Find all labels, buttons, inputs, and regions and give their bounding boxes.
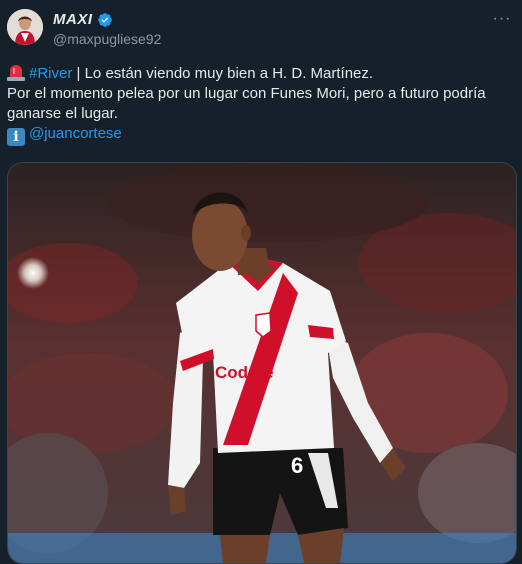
more-options-button[interactable]: ···	[492, 9, 512, 29]
verified-badge-icon	[97, 12, 112, 27]
tweet-line-3: ganarse el lugar.	[7, 105, 118, 122]
tweet-card[interactable]: MAXI @maxpugliese92 ··· #River | Lo está…	[0, 0, 522, 564]
hashtag-river-link[interactable]: #River	[29, 65, 72, 82]
author-handle[interactable]: @maxpugliese92	[53, 31, 161, 47]
avatar-image	[7, 9, 43, 45]
tweet-line-4: i @juancortese	[7, 124, 515, 146]
tweet-line-1-text: | Lo están viendo muy bien a H. D. Martí…	[72, 65, 374, 82]
display-name[interactable]: MAXI	[53, 11, 93, 28]
player-photo: 6 Codere	[8, 163, 516, 563]
information-icon: i	[7, 128, 25, 146]
mention-link[interactable]: @juancortese	[29, 125, 122, 142]
jersey-number: 6	[291, 453, 303, 478]
tweet-text: #River | Lo están viendo muy bien a H. D…	[7, 64, 515, 146]
tweet-media-photo[interactable]: 6 Codere	[7, 162, 517, 564]
jersey-sponsor: Codere	[215, 363, 274, 382]
tweet-line-1: #River | Lo están viendo muy bien a H. D…	[7, 64, 515, 84]
avatar[interactable]	[7, 9, 43, 45]
siren-icon	[7, 65, 25, 81]
tweet-line-2: Por el momento pelea por un lugar con Fu…	[7, 85, 486, 102]
more-dots-icon: ···	[492, 10, 512, 27]
